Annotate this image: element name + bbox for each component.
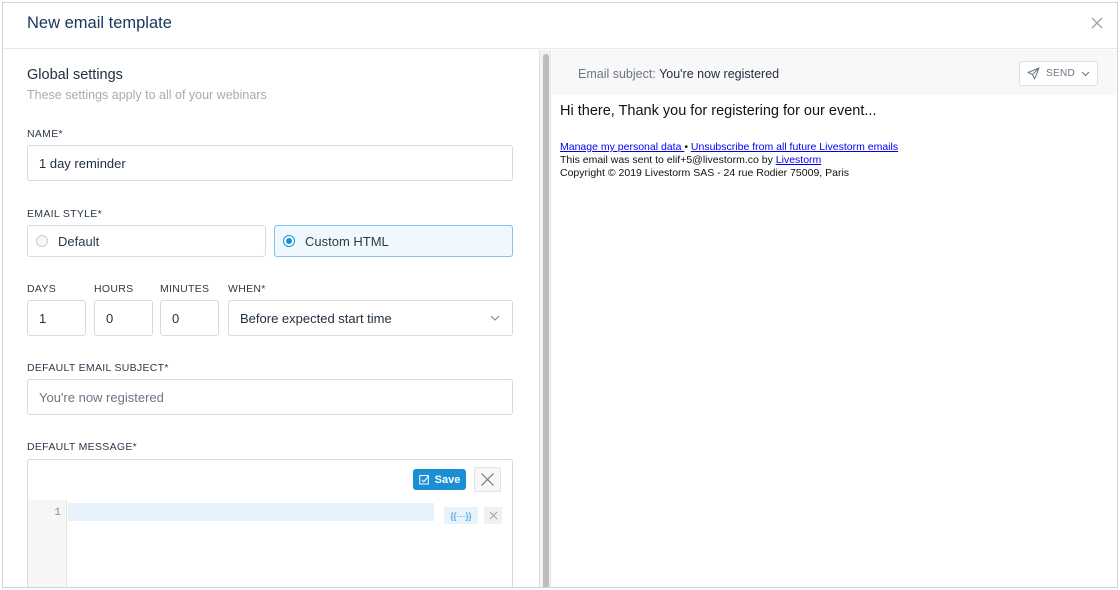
days-label: DAYS [27, 283, 57, 295]
email-style-default-label: Default [58, 233, 100, 249]
close-icon[interactable] [1089, 15, 1105, 31]
livestorm-link[interactable]: Livestorm [776, 154, 822, 166]
close-icon [481, 473, 494, 486]
active-code-line[interactable] [68, 503, 434, 521]
line-number: 1 [54, 507, 61, 519]
when-label: WHEN* [228, 283, 266, 295]
send-label: SEND [1046, 68, 1075, 79]
unsubscribe-link[interactable]: Unsubscribe from all future Livestorm em… [691, 141, 898, 153]
name-input[interactable]: 1 day reminder [27, 145, 513, 181]
when-select[interactable]: Before expected start time [228, 300, 513, 336]
email-subject: Email subject: You're now registered [578, 67, 779, 81]
hours-label: HOURS [94, 283, 134, 295]
email-footer-links: Manage my personal data • Unsubscribe fr… [560, 141, 898, 154]
days-input[interactable]: 1 [27, 300, 86, 336]
clear-button[interactable] [484, 507, 502, 524]
link-separator: • [684, 141, 691, 153]
chevron-down-icon [490, 315, 500, 321]
name-label: NAME* [27, 128, 63, 140]
minutes-label: MINUTES [160, 283, 210, 295]
edit-icon [418, 475, 429, 485]
copyright-text: Copyright © 2019 Livestorm SAS - 24 rue … [560, 167, 850, 179]
when-value: Before expected start time [240, 310, 392, 326]
email-subject-value: You're now registered [659, 67, 780, 81]
variable-tag-label: {{···}} [450, 510, 472, 521]
chevron-down-icon [1081, 71, 1090, 77]
sent-to-text: This email was sent to elif+5@livestorm.… [560, 154, 776, 166]
cancel-button[interactable] [474, 467, 501, 492]
subject-label: DEFAULT EMAIL SUBJECT* [27, 362, 169, 374]
email-style-label: EMAIL STYLE* [27, 208, 102, 220]
radio-custom-html[interactable] [283, 235, 295, 247]
message-label: DEFAULT MESSAGE* [27, 441, 138, 453]
email-sent-to: This email was sent to elif+5@livestorm.… [560, 154, 898, 167]
email-template-modal: New email template Global settings These… [2, 2, 1118, 588]
subject-placeholder: You're now registered [39, 389, 164, 405]
paper-plane-icon [1027, 67, 1040, 80]
hours-input[interactable]: 0 [94, 300, 153, 336]
insert-variable-button[interactable]: {{···}} [444, 507, 478, 524]
preview-header: Email subject: You're now registered SEN… [552, 50, 1117, 95]
email-body: Hi there, Thank you for registering for … [560, 103, 898, 180]
subject-input[interactable]: You're now registered [27, 379, 513, 415]
modal-title: New email template [27, 14, 172, 32]
save-label: Save [434, 473, 461, 486]
email-greeting: Hi there, Thank you for registering for … [560, 103, 877, 119]
manage-data-link[interactable]: Manage my personal data [560, 141, 684, 153]
minutes-value: 0 [172, 310, 180, 326]
line-gutter: 1 [28, 500, 67, 587]
scrollbar[interactable] [539, 50, 551, 587]
modal-header: New email template [3, 3, 1117, 49]
global-settings-title: Global settings [27, 67, 123, 83]
global-settings-subtitle: These settings apply to all of your webi… [27, 88, 267, 102]
email-style-custom-html-option[interactable]: Custom HTML [274, 225, 513, 257]
days-value: 1 [39, 310, 47, 326]
scrollbar-thumb[interactable] [543, 54, 549, 587]
code-editor[interactable]: Save 1 {{···}} [27, 459, 513, 587]
settings-panel: Global settings These settings apply to … [3, 50, 539, 587]
minutes-input[interactable]: 0 [160, 300, 219, 336]
send-button[interactable]: SEND [1019, 61, 1098, 86]
name-value: 1 day reminder [39, 155, 126, 171]
email-style-default-option[interactable]: Default [27, 225, 266, 257]
save-button[interactable]: Save [413, 469, 466, 490]
email-style-custom-html-label: Custom HTML [305, 233, 389, 249]
radio-default[interactable] [36, 235, 48, 247]
hours-value: 0 [106, 310, 114, 326]
email-preview-panel: Email subject: You're now registered SEN… [552, 50, 1117, 587]
email-subject-label: Email subject: [578, 67, 656, 81]
close-icon [489, 511, 497, 520]
